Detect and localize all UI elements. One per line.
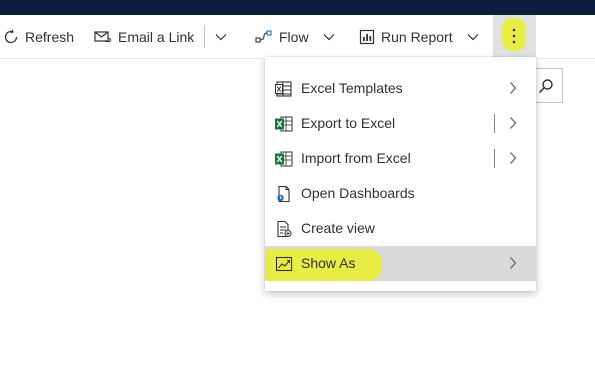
refresh-icon: [4, 29, 18, 43]
menu-item-import-from-excel[interactable]: Import from Excel: [265, 141, 536, 176]
email-link-label: Email a Link: [118, 28, 195, 45]
divider: [204, 25, 205, 48]
run-report-button[interactable]: Run Report: [359, 15, 479, 58]
dashboard-icon: [277, 185, 290, 203]
chevron-right-icon[interactable]: [509, 151, 517, 165]
menu-item-excel-templates[interactable]: Excel Templates: [265, 71, 536, 106]
excel-templates-icon: [275, 81, 292, 97]
chevron-right-icon: [510, 82, 517, 94]
email-link-button[interactable]: Email a Link: [94, 15, 194, 58]
menu-item-label: Excel Templates: [301, 80, 403, 96]
app-top-bar: [0, 0, 595, 15]
chevron-down-icon: [467, 33, 479, 40]
chevron-right-icon[interactable]: [509, 116, 517, 130]
menu-item-label: Show As: [301, 255, 356, 271]
excel-import-icon: [275, 151, 293, 167]
menu-item-label: Import from Excel: [301, 150, 411, 166]
chevron-down-icon: [323, 33, 334, 40]
flow-icon: [255, 29, 272, 43]
menu-item-create-view[interactable]: Create view: [265, 211, 536, 246]
email-options-dropdown[interactable]: [215, 15, 227, 58]
flow-button[interactable]: Flow: [255, 15, 335, 58]
run-report-label: Run Report: [381, 28, 453, 45]
chevron-down-icon: [215, 33, 227, 40]
excel-export-icon: [275, 116, 293, 132]
split-divider: [494, 149, 495, 168]
menu-item-open-dashboards[interactable]: Open Dashboards: [265, 176, 536, 211]
create-view-icon: [277, 220, 292, 238]
email-link-icon: [94, 30, 111, 42]
flow-label: Flow: [279, 28, 309, 45]
menu-item-label: Open Dashboards: [301, 185, 415, 201]
menu-item-show-as-content[interactable]: Show As: [265, 246, 536, 281]
menu-item-export-to-excel[interactable]: Export to Excel: [265, 106, 536, 141]
search-icon: [538, 78, 553, 93]
chevron-right-icon: [510, 257, 517, 269]
split-divider: [494, 114, 495, 133]
refresh-label: Refresh: [25, 28, 75, 45]
menu-item-label: Create view: [301, 220, 375, 236]
refresh-button[interactable]: Refresh: [3, 15, 74, 58]
report-icon: [359, 29, 375, 44]
menu-item-label: Export to Excel: [301, 115, 396, 131]
more-vertical-icon[interactable]: [511, 27, 517, 45]
chart-icon: [275, 256, 293, 272]
